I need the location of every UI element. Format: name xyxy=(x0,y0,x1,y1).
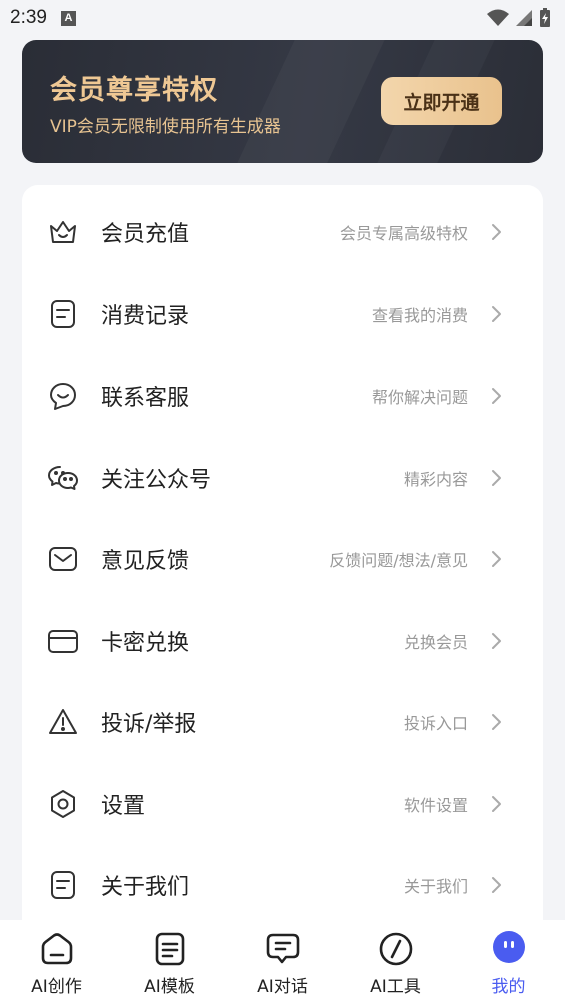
vip-banner[interactable]: 会员尊享特权 VIP会员无限制使用所有生成器 立即开通 xyxy=(22,40,543,163)
menu-item-hint: 帮你解决问题 xyxy=(371,388,468,407)
nav-tab-label: AI对话 xyxy=(257,977,308,997)
menu-item-follow-account[interactable]: 关注公众号 精彩内容 xyxy=(22,437,543,519)
document-icon xyxy=(47,869,79,901)
menu-item-label: 关注公众号 xyxy=(101,468,212,493)
nav-tab-ai-tools[interactable]: AI工具 xyxy=(339,920,452,1004)
menu-item-recharge[interactable]: 会员充值 会员专属高级特权 xyxy=(22,191,543,273)
menu-item-hint: 反馈问题/想法/意见 xyxy=(329,551,468,570)
notification-icon: A xyxy=(60,10,76,26)
menu-item-complaint[interactable]: 投诉/举报 投诉入口 xyxy=(22,681,543,763)
chevron-right-icon xyxy=(492,714,501,730)
wechat-icon xyxy=(47,462,79,494)
menu-item-hint: 精彩内容 xyxy=(403,470,468,489)
menu-item-hint: 查看我的消费 xyxy=(371,306,468,325)
menu-item-records[interactable]: 消费记录 查看我的消费 xyxy=(22,273,543,355)
chevron-right-icon xyxy=(492,224,501,240)
settings-icon xyxy=(47,788,79,820)
menu-item-hint: 投诉入口 xyxy=(403,714,468,733)
nav-tab-ai-create[interactable]: AI创作 xyxy=(0,920,113,1004)
compass-icon xyxy=(378,931,414,967)
chevron-right-icon xyxy=(492,388,501,404)
nav-tab-ai-template[interactable]: AI模板 xyxy=(113,920,226,1004)
smile-chat-icon xyxy=(47,380,79,412)
menu-item-label: 会员充值 xyxy=(101,222,190,247)
vip-subtitle: VIP会员无限制使用所有生成器 xyxy=(50,117,281,137)
open-vip-button[interactable]: 立即开通 xyxy=(381,77,502,125)
profile-face-icon xyxy=(491,931,527,967)
menu-card: 会员充值 会员专属高级特权 消费记录 查看我的消费 联系客服 帮你解决问题 关注… xyxy=(22,185,543,945)
status-indicators xyxy=(487,8,551,28)
menu-item-settings[interactable]: 设置 软件设置 xyxy=(22,763,543,845)
menu-item-hint: 会员专属高级特权 xyxy=(339,224,468,243)
banner-decoration xyxy=(220,40,394,163)
menu-item-label: 投诉/举报 xyxy=(101,712,197,737)
signal-icon xyxy=(516,10,532,26)
receipt-icon xyxy=(47,298,79,330)
chevron-right-icon xyxy=(492,551,501,567)
status-bar: 2:39 A xyxy=(0,0,565,36)
menu-item-hint: 兑换会员 xyxy=(403,633,468,652)
chevron-right-icon xyxy=(492,470,501,486)
nav-tab-label: AI工具 xyxy=(370,977,421,997)
template-icon xyxy=(152,931,188,967)
menu-item-label: 设置 xyxy=(101,794,146,819)
chevron-right-icon xyxy=(492,877,501,893)
menu-item-about[interactable]: 关于我们 关于我们 xyxy=(22,844,543,926)
nav-tab-label: 我的 xyxy=(491,977,526,997)
chevron-right-icon xyxy=(492,796,501,812)
chat-icon xyxy=(265,931,301,967)
chevron-right-icon xyxy=(492,306,501,322)
menu-item-label: 联系客服 xyxy=(101,386,190,411)
crown-icon xyxy=(47,216,79,248)
menu-item-label: 意见反馈 xyxy=(101,549,190,574)
bottom-nav: AI创作 AI模板 AI对话 AI工具 我的 xyxy=(0,920,565,1004)
wifi-icon xyxy=(487,9,509,26)
menu-item-label: 消费记录 xyxy=(101,304,190,329)
menu-item-hint: 关于我们 xyxy=(403,877,468,896)
menu-item-label: 关于我们 xyxy=(101,875,190,900)
vip-title: 会员尊享特权 xyxy=(50,75,218,106)
menu-item-feedback[interactable]: 意见反馈 反馈问题/想法/意见 xyxy=(22,518,543,600)
chevron-right-icon xyxy=(492,633,501,649)
nav-tab-label: AI创作 xyxy=(31,977,82,997)
battery-icon xyxy=(540,8,550,27)
mail-icon xyxy=(47,543,79,575)
menu-item-redeem-card[interactable]: 卡密兑换 兑换会员 xyxy=(22,600,543,682)
card-icon xyxy=(47,625,79,657)
warning-icon xyxy=(47,706,79,738)
nav-tab-label: AI模板 xyxy=(144,977,195,997)
status-time: 2:39 xyxy=(10,7,47,28)
nav-tab-ai-chat[interactable]: AI对话 xyxy=(226,920,339,1004)
nav-tab-mine[interactable]: 我的 xyxy=(452,920,565,1004)
menu-item-support[interactable]: 联系客服 帮你解决问题 xyxy=(22,355,543,437)
menu-item-label: 卡密兑换 xyxy=(101,631,190,656)
home-icon xyxy=(39,931,75,967)
menu-item-hint: 软件设置 xyxy=(403,796,468,815)
